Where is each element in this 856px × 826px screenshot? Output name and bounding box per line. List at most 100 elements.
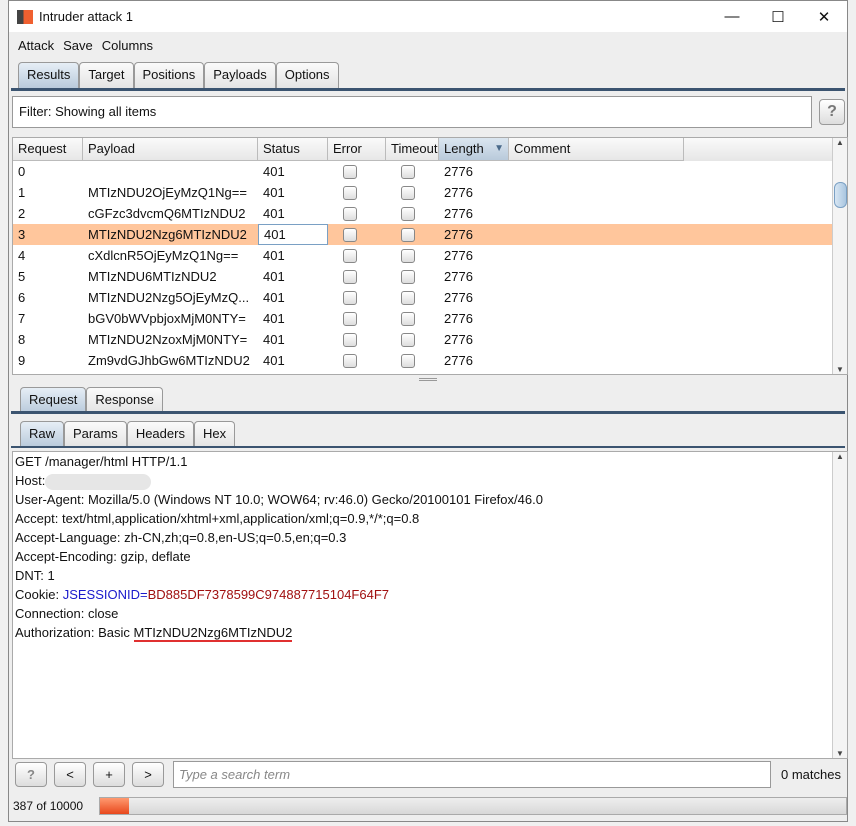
search-help-button[interactable]: ? <box>15 762 47 787</box>
cell-payload: MTIzNDU6MTIzNDU2 <box>88 269 217 284</box>
tab-raw[interactable]: Raw <box>20 421 65 447</box>
cookie-value: BD885DF7378599C974887715104F64F7 <box>147 587 390 602</box>
request-editor[interactable]: GET /manager/html HTTP/1.1 Host: User-Ag… <box>12 451 848 759</box>
filter-bar[interactable]: Filter: Showing all items <box>12 96 812 128</box>
filter-help-button[interactable]: ? <box>819 99 845 125</box>
cell-length: 2776 <box>444 290 473 305</box>
search-next-button[interactable]: > <box>132 762 164 787</box>
scroll-down-icon[interactable]: ▼ <box>833 365 847 374</box>
cell-payload: MTIzNDU2OjEyMzQ1Ng== <box>88 185 247 200</box>
splitter-handle[interactable] <box>419 378 437 381</box>
request-line: GET /manager/html HTTP/1.1 <box>15 454 188 469</box>
tab-target[interactable]: Target <box>79 62 134 88</box>
tab-response[interactable]: Response <box>86 387 163 413</box>
tab-options[interactable]: Options <box>275 62 339 88</box>
tab-positions[interactable]: Positions <box>133 62 205 88</box>
table-row[interactable]: 7 bGV0bWVpbjoxMjM0NTY= 401 2776 <box>13 308 847 329</box>
cell-timeout <box>386 353 439 368</box>
auth-label: Authorization: Basic <box>15 625 134 640</box>
search-input[interactable]: Type a search term <box>173 761 771 788</box>
cell-error <box>328 206 386 221</box>
table-row[interactable]: 2 cGFzc3dvcmQ6MTIzNDU2 401 2776 <box>13 203 847 224</box>
timeout-checkbox[interactable] <box>401 227 415 242</box>
tab-payloads[interactable]: Payloads <box>204 62 276 88</box>
table-row[interactable]: 6 MTIzNDU2Nzg5OjEyMzQ... 401 2776 <box>13 287 847 308</box>
intruder-window: Intruder attack 1 — ☐ ✕ Attack Save Colu… <box>8 0 848 822</box>
timeout-checkbox[interactable] <box>401 248 415 263</box>
tab-request[interactable]: Request <box>20 387 87 413</box>
cell-timeout <box>386 206 439 221</box>
error-checkbox[interactable] <box>343 248 357 263</box>
minimize-button[interactable]: — <box>709 1 755 32</box>
window-title: Intruder attack 1 <box>39 9 133 24</box>
cell-payload: bGV0bWVpbjoxMjM0NTY= <box>88 311 246 326</box>
table-row[interactable]: 1 MTIzNDU2OjEyMzQ1Ng== 401 2776 <box>13 182 847 203</box>
editor-scrollbar[interactable]: ▲ ▼ <box>832 452 847 758</box>
cell-payload: cGFzc3dvcmQ6MTIzNDU2 <box>88 206 246 221</box>
tab-params[interactable]: Params <box>64 421 127 447</box>
cell-timeout <box>386 185 439 200</box>
cell-request: 5 <box>18 269 26 284</box>
menu-attack[interactable]: Attack <box>18 38 54 53</box>
timeout-checkbox[interactable] <box>401 332 415 347</box>
tab-results[interactable]: Results <box>18 62 80 88</box>
cell-comment <box>509 161 684 182</box>
scroll-down-icon[interactable]: ▼ <box>833 749 847 758</box>
close-button[interactable]: ✕ <box>801 1 847 32</box>
error-checkbox[interactable] <box>343 164 357 179</box>
scroll-thumb[interactable] <box>834 182 847 208</box>
menu-save[interactable]: Save <box>63 38 93 53</box>
timeout-checkbox[interactable] <box>401 290 415 305</box>
maximize-button[interactable]: ☐ <box>755 1 801 32</box>
cell-status: 401 <box>263 248 285 263</box>
tab-hex[interactable]: Hex <box>193 421 236 447</box>
table-row[interactable]: 4 cXdlcnR5OjEyMzQ1Ng== 401 2776 <box>13 245 847 266</box>
timeout-checkbox[interactable] <box>401 185 415 200</box>
search-add-button[interactable]: + <box>93 762 125 787</box>
col-payload[interactable]: Payload <box>83 138 258 161</box>
col-error[interactable]: Error <box>328 138 386 161</box>
scroll-up-icon[interactable]: ▲ <box>833 452 847 461</box>
cookie-label: Cookie: <box>15 587 63 602</box>
cell-payload: Zm9vdGJhbGw6MTIzNDU2 <box>88 353 250 368</box>
error-checkbox[interactable] <box>343 185 357 200</box>
cell-comment <box>509 308 684 329</box>
timeout-checkbox[interactable] <box>401 164 415 179</box>
menu-columns[interactable]: Columns <box>102 38 153 53</box>
error-checkbox[interactable] <box>343 269 357 284</box>
table-row[interactable]: 9 Zm9vdGJhbGw6MTIzNDU2 401 2776 <box>13 350 847 371</box>
progress-fill <box>100 798 129 814</box>
cell-request: 6 <box>18 290 26 305</box>
search-prev-button[interactable]: < <box>54 762 86 787</box>
table-scrollbar[interactable]: ▲ ▼ <box>832 138 847 374</box>
scroll-up-icon[interactable]: ▲ <box>833 138 847 147</box>
error-checkbox[interactable] <box>343 332 357 347</box>
cell-error <box>328 311 386 326</box>
cell-error <box>328 164 386 179</box>
error-checkbox[interactable] <box>343 311 357 326</box>
detail-tab-divider <box>11 411 845 414</box>
tab-headers[interactable]: Headers <box>126 421 194 447</box>
table-row[interactable]: 0 401 2776 <box>13 161 847 182</box>
cell-error <box>328 332 386 347</box>
table-row[interactable]: 8 MTIzNDU2NzoxMjM0NTY= 401 2776 <box>13 329 847 350</box>
col-timeout[interactable]: Timeout <box>386 138 439 161</box>
col-comment[interactable]: Comment <box>509 138 684 161</box>
cell-status: 401 <box>263 332 285 347</box>
cell-timeout <box>386 164 439 179</box>
error-checkbox[interactable] <box>343 353 357 368</box>
error-checkbox[interactable] <box>343 227 357 242</box>
cell-payload <box>83 161 258 182</box>
col-length[interactable]: Length ▼ <box>439 138 509 161</box>
error-checkbox[interactable] <box>343 206 357 221</box>
timeout-checkbox[interactable] <box>401 353 415 368</box>
cookie-name: JSESSIONID <box>62 587 140 602</box>
col-status[interactable]: Status <box>258 138 328 161</box>
timeout-checkbox[interactable] <box>401 206 415 221</box>
error-checkbox[interactable] <box>343 290 357 305</box>
table-row[interactable]: 5 MTIzNDU6MTIzNDU2 401 2776 <box>13 266 847 287</box>
timeout-checkbox[interactable] <box>401 311 415 326</box>
col-request[interactable]: Request <box>13 138 83 161</box>
timeout-checkbox[interactable] <box>401 269 415 284</box>
table-row[interactable]: 3 MTIzNDU2Nzg6MTIzNDU2 401 2776 <box>13 224 847 245</box>
